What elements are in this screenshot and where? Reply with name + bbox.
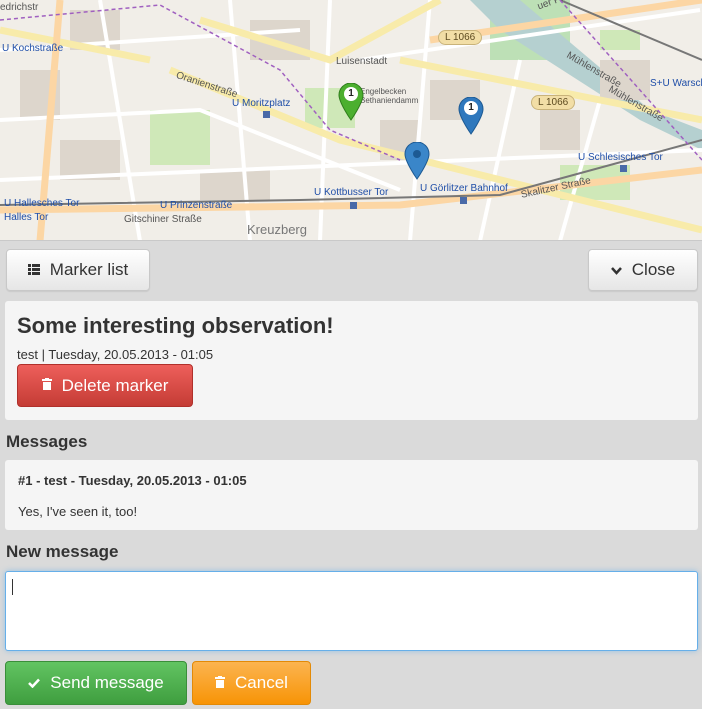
close-button[interactable]: Close — [588, 249, 698, 291]
map-label-luisenstadt: Luisenstadt — [336, 56, 388, 67]
trash-icon — [215, 675, 226, 691]
marker-list-button[interactable]: Marker list — [6, 249, 150, 291]
marker-title: Some interesting observation! — [17, 313, 334, 338]
road-shield-l1066-a: L 1066 — [438, 30, 483, 45]
check-icon — [28, 676, 41, 691]
message-item: #1 - test - Tuesday, 20.05.2013 - 01:05 … — [5, 460, 698, 530]
map-label-moritzplatz: U Moritzplatz — [232, 98, 291, 109]
map-marker-blue-1[interactable]: 1 — [458, 97, 484, 135]
list-icon — [27, 263, 40, 278]
trash-icon — [41, 378, 52, 393]
map-label-gitschiner: Gitschiner Straße — [124, 214, 202, 225]
delete-marker-button[interactable]: Delete marker — [17, 364, 193, 407]
chevron-down-icon — [610, 263, 622, 278]
map-label-hallesches-1: U Hallesches Tor — [4, 198, 80, 209]
map-label-friedrich: edrichstr — [0, 2, 39, 13]
marker-panel: Marker list Close Some interesting obser… — [0, 241, 702, 709]
messages-heading: Messages — [6, 432, 88, 451]
map-label-schlesisches: U Schlesisches Tor — [578, 152, 663, 163]
map-marker-icon — [404, 142, 430, 180]
map-label-kottbusser: U Kottbusser Tor — [314, 187, 389, 198]
road-shield-l1066-b: L 1066 — [531, 95, 576, 110]
message-header: #1 - test - Tuesday, 20.05.2013 - 01:05 — [18, 473, 247, 488]
map-label-warschauer: S+U Warscha — [650, 78, 702, 89]
map-label-hallesches-2: Halles Tor — [4, 212, 49, 223]
new-message-heading: New message — [6, 542, 119, 561]
close-label: Close — [631, 260, 676, 279]
text-caret — [12, 579, 13, 595]
map-label-goerlitzer: U Görlitzer Bahnhof — [420, 183, 508, 194]
delete-marker-label: Delete marker — [61, 375, 169, 395]
map-marker-green[interactable]: 1 — [338, 83, 364, 121]
new-message-input[interactable] — [5, 571, 698, 651]
map-view[interactable]: U Kochstraße edrichstr Luisenstadt Orani… — [0, 0, 702, 241]
map-label-kreuzberg: Kreuzberg — [247, 222, 307, 237]
cancel-button[interactable]: Cancel — [192, 661, 311, 705]
map-label-engel-2: Bethaniendamm — [360, 96, 419, 105]
marker-meta: test | Tuesday, 20.05.2013 - 01:05 — [17, 347, 214, 362]
marker-count: 1 — [344, 87, 358, 101]
message-body: Yes, I've seen it, too! — [18, 504, 138, 519]
map-label-prinzenstrasse: U Prinzenstraße — [160, 200, 233, 211]
marker-list-label: Marker list — [49, 260, 129, 279]
send-message-label: Send message — [50, 673, 164, 692]
cancel-label: Cancel — [235, 673, 288, 692]
map-label-kochstrasse: U Kochstraße — [2, 43, 64, 54]
map-marker-blue-selected[interactable] — [404, 142, 430, 180]
send-message-button[interactable]: Send message — [5, 661, 187, 705]
marker-card: Some interesting observation! test | Tue… — [5, 301, 698, 420]
marker-count: 1 — [464, 101, 478, 115]
